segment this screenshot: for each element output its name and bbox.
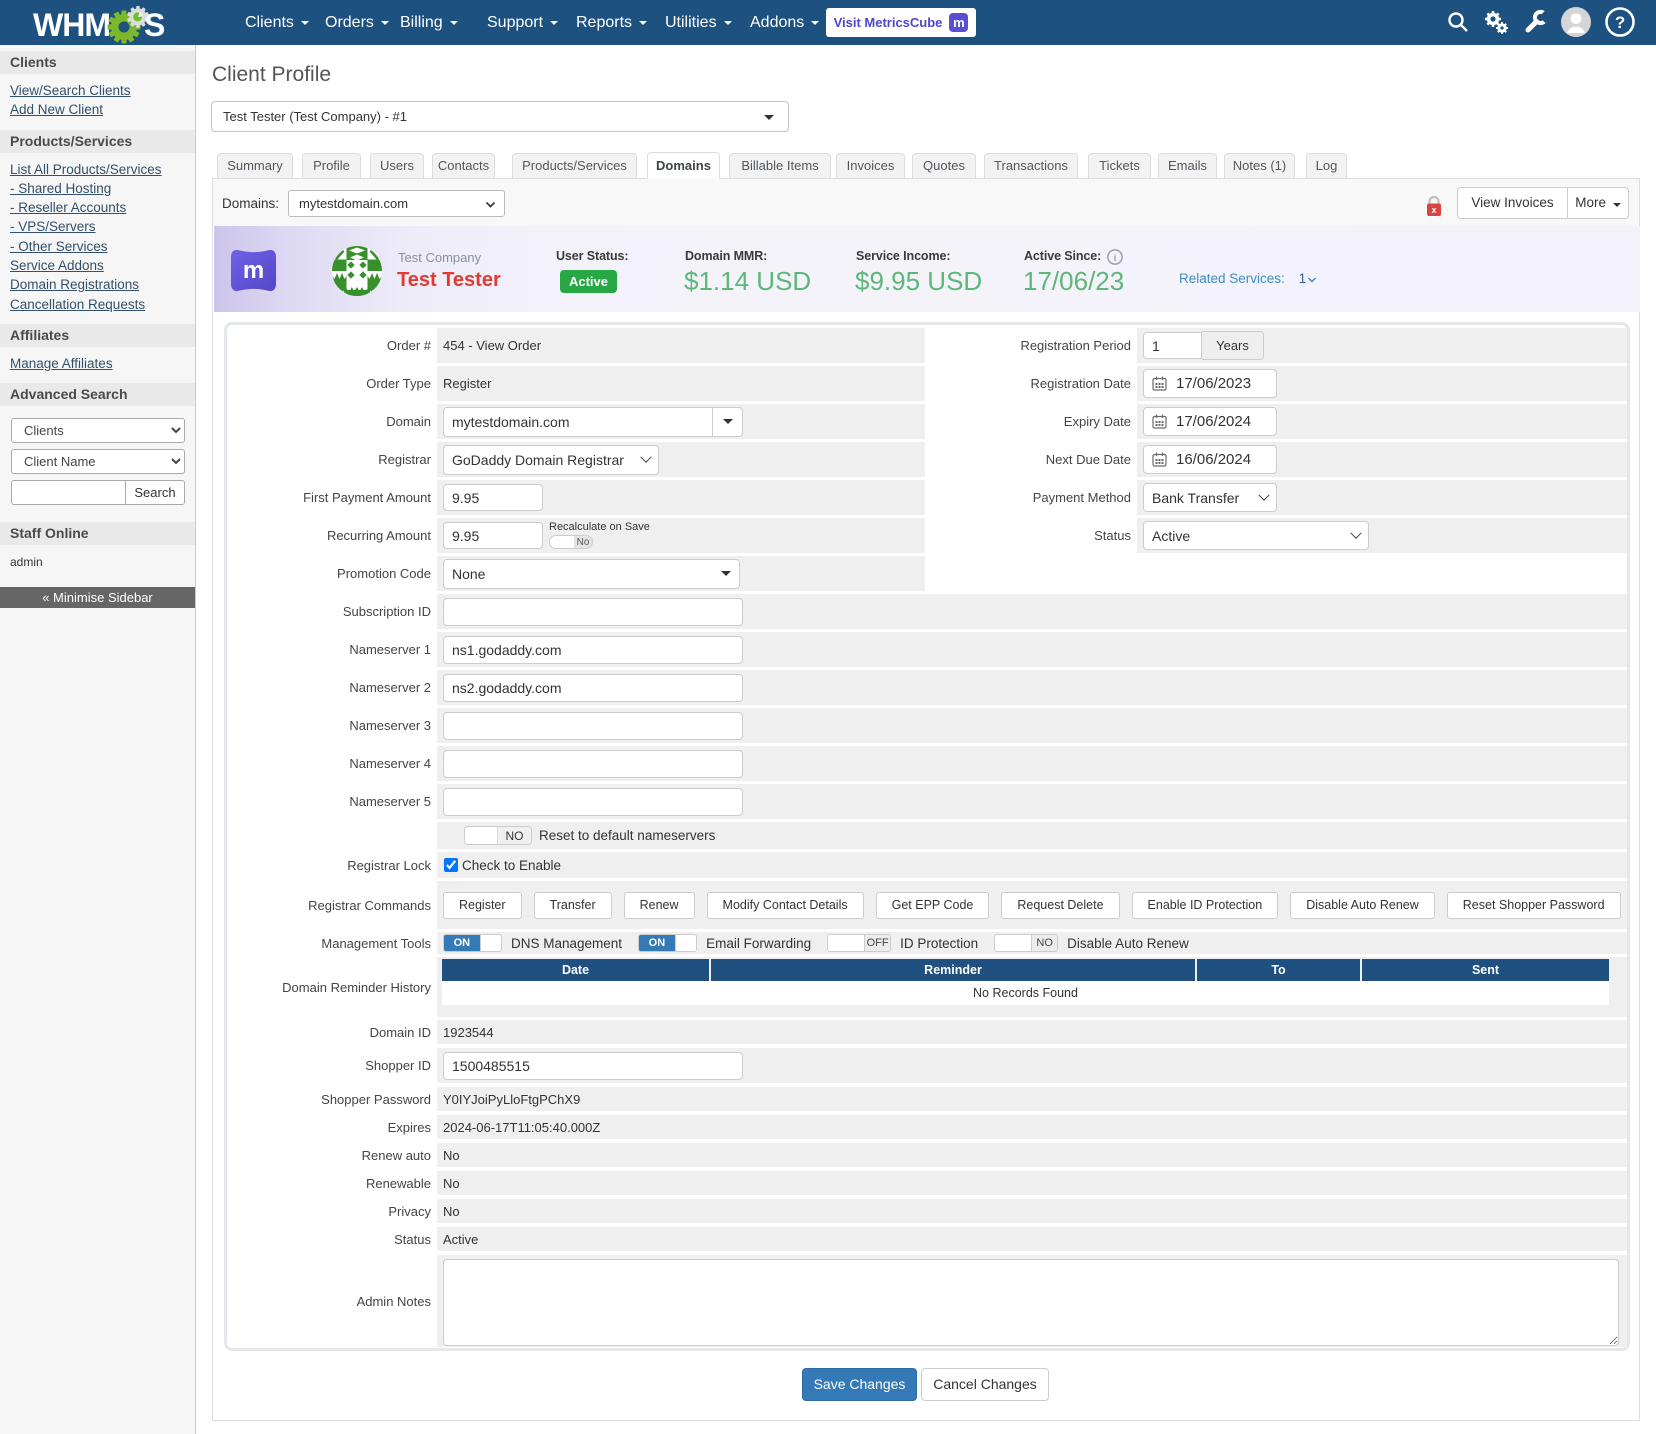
svg-text:i: i [1114,252,1117,263]
svg-text:x: x [1431,205,1436,215]
svg-text:?: ? [1615,13,1625,32]
svg-text:m: m [243,257,264,284]
